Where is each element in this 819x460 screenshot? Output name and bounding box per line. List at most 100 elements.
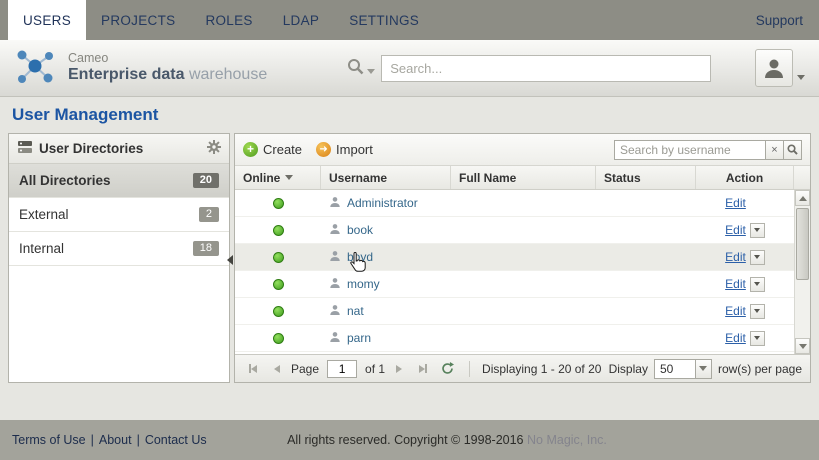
search-icon[interactable]	[347, 58, 364, 78]
table-row[interactable]: Administrator Edit	[235, 190, 794, 217]
column-header-status-label: Status	[604, 171, 641, 185]
column-header-username[interactable]: Username	[321, 166, 451, 189]
row-username[interactable]: Administrator	[347, 196, 418, 210]
sidebar-item[interactable]: Internal 18	[9, 232, 229, 266]
username-search: ×	[614, 140, 802, 160]
copyright-text: All rights reserved. Copyright © 1998-20…	[287, 433, 523, 447]
row-menu-caret-icon	[754, 255, 760, 259]
create-plus-icon: +	[243, 142, 258, 157]
row-username[interactable]: parn	[347, 331, 371, 345]
column-header-username-label: Username	[329, 171, 387, 185]
nav-tab-label: PROJECTS	[101, 13, 175, 28]
search-submit-button[interactable]	[784, 140, 802, 160]
footer-link-separator: |	[91, 433, 94, 447]
column-header-status[interactable]: Status	[596, 166, 696, 189]
sidebar-item[interactable]: All Directories 20	[9, 164, 229, 198]
column-menu-arrow-icon[interactable]	[285, 175, 293, 180]
row-menu-button[interactable]	[750, 250, 765, 265]
gear-icon[interactable]	[207, 140, 221, 157]
sidebar-item-label: Internal	[19, 241, 64, 256]
global-search-input[interactable]	[381, 55, 711, 82]
page-size-value: 50	[655, 362, 695, 376]
nav-tab-label: ROLES	[205, 13, 252, 28]
support-link[interactable]: Support	[740, 0, 819, 40]
username-search-input[interactable]	[614, 140, 766, 160]
user-icon	[329, 196, 341, 211]
next-page-button[interactable]	[389, 359, 409, 379]
row-username[interactable]: boyd	[347, 250, 373, 264]
clear-search-button[interactable]: ×	[766, 140, 784, 160]
sidebar-item[interactable]: External 2	[9, 198, 229, 232]
column-header-online[interactable]: Online	[235, 166, 321, 189]
username-cell: parn	[321, 325, 451, 351]
fullname-cell	[451, 244, 596, 270]
table-row[interactable]: parn Edit	[235, 325, 794, 352]
online-status-icon	[273, 306, 284, 317]
row-edit-link[interactable]: Edit	[725, 223, 746, 237]
first-page-button[interactable]	[243, 359, 263, 379]
refresh-button[interactable]	[437, 359, 457, 379]
table-row[interactable]: boyd Edit	[235, 244, 794, 271]
scrollbar-track[interactable]	[795, 206, 810, 338]
action-cell: Edit	[696, 217, 794, 243]
search-scope-caret-icon[interactable]	[367, 69, 375, 74]
status-cell	[596, 298, 696, 324]
online-cell	[235, 190, 321, 216]
scroll-up-button[interactable]	[795, 190, 810, 206]
table-row[interactable]: book Edit	[235, 217, 794, 244]
table-body: Administrator Edit book Edit boy	[235, 190, 794, 354]
page-number-input[interactable]	[327, 360, 357, 378]
action-cell: Edit	[696, 244, 794, 270]
company-name: No Magic, Inc.	[527, 433, 607, 447]
nav-tab[interactable]: PROJECTS	[86, 0, 190, 40]
column-header-fullname[interactable]: Full Name	[451, 166, 596, 189]
footer-links: Terms of Use|About|Contact Us	[12, 433, 267, 447]
scrollbar-thumb[interactable]	[796, 208, 809, 280]
row-menu-button[interactable]	[750, 277, 765, 292]
sidebar-collapse-handle[interactable]	[226, 252, 234, 268]
nav-tab[interactable]: USERS	[8, 0, 86, 40]
footer: Terms of Use|About|Contact Us All rights…	[0, 420, 819, 460]
row-edit-link[interactable]: Edit	[725, 196, 746, 210]
footer-link[interactable]: About	[99, 433, 132, 447]
page-size-select[interactable]: 50	[654, 359, 712, 379]
nav-tab[interactable]: ROLES	[190, 0, 267, 40]
nav-tab[interactable]: LDAP	[268, 0, 334, 40]
row-menu-button[interactable]	[750, 331, 765, 346]
previous-page-button[interactable]	[267, 359, 287, 379]
action-cell: Edit	[696, 325, 794, 351]
column-header-action[interactable]: Action	[696, 166, 794, 189]
footer-link[interactable]: Terms of Use	[12, 433, 86, 447]
table-row[interactable]: nat Edit	[235, 298, 794, 325]
avatar-button[interactable]	[755, 49, 793, 87]
row-edit-link[interactable]: Edit	[725, 304, 746, 318]
row-menu-button[interactable]	[750, 223, 765, 238]
row-menu-button[interactable]	[750, 304, 765, 319]
row-edit-link[interactable]: Edit	[725, 331, 746, 345]
row-edit-link[interactable]: Edit	[725, 277, 746, 291]
row-username[interactable]: nat	[347, 304, 364, 318]
content-gap	[0, 383, 819, 420]
sidebar-item-label: External	[19, 207, 69, 222]
row-edit-link[interactable]: Edit	[725, 250, 746, 264]
column-header-fullname-label: Full Name	[459, 171, 516, 185]
footer-link[interactable]: Contact Us	[145, 433, 207, 447]
import-button[interactable]: ➜ Import	[316, 142, 373, 157]
online-status-icon	[273, 198, 284, 209]
scroll-down-button[interactable]	[795, 338, 810, 354]
app-window: USERS PROJECTS ROLES LDAP SETTINGS Suppo…	[0, 0, 819, 460]
create-button[interactable]: + Create	[243, 142, 302, 157]
table-row[interactable]: momy Edit	[235, 271, 794, 298]
nav-tab[interactable]: SETTINGS	[334, 0, 434, 40]
nav-tab-label: USERS	[23, 13, 71, 28]
fullname-cell	[451, 190, 596, 216]
online-status-icon	[273, 252, 284, 263]
user-menu-caret-icon[interactable]	[797, 75, 805, 80]
row-username[interactable]: book	[347, 223, 373, 237]
last-page-button[interactable]	[413, 359, 433, 379]
user-icon	[329, 250, 341, 265]
user-directories-title: User Directories	[39, 141, 201, 156]
fullname-cell	[451, 217, 596, 243]
vertical-scrollbar[interactable]	[794, 190, 810, 354]
row-username[interactable]: momy	[347, 277, 380, 291]
